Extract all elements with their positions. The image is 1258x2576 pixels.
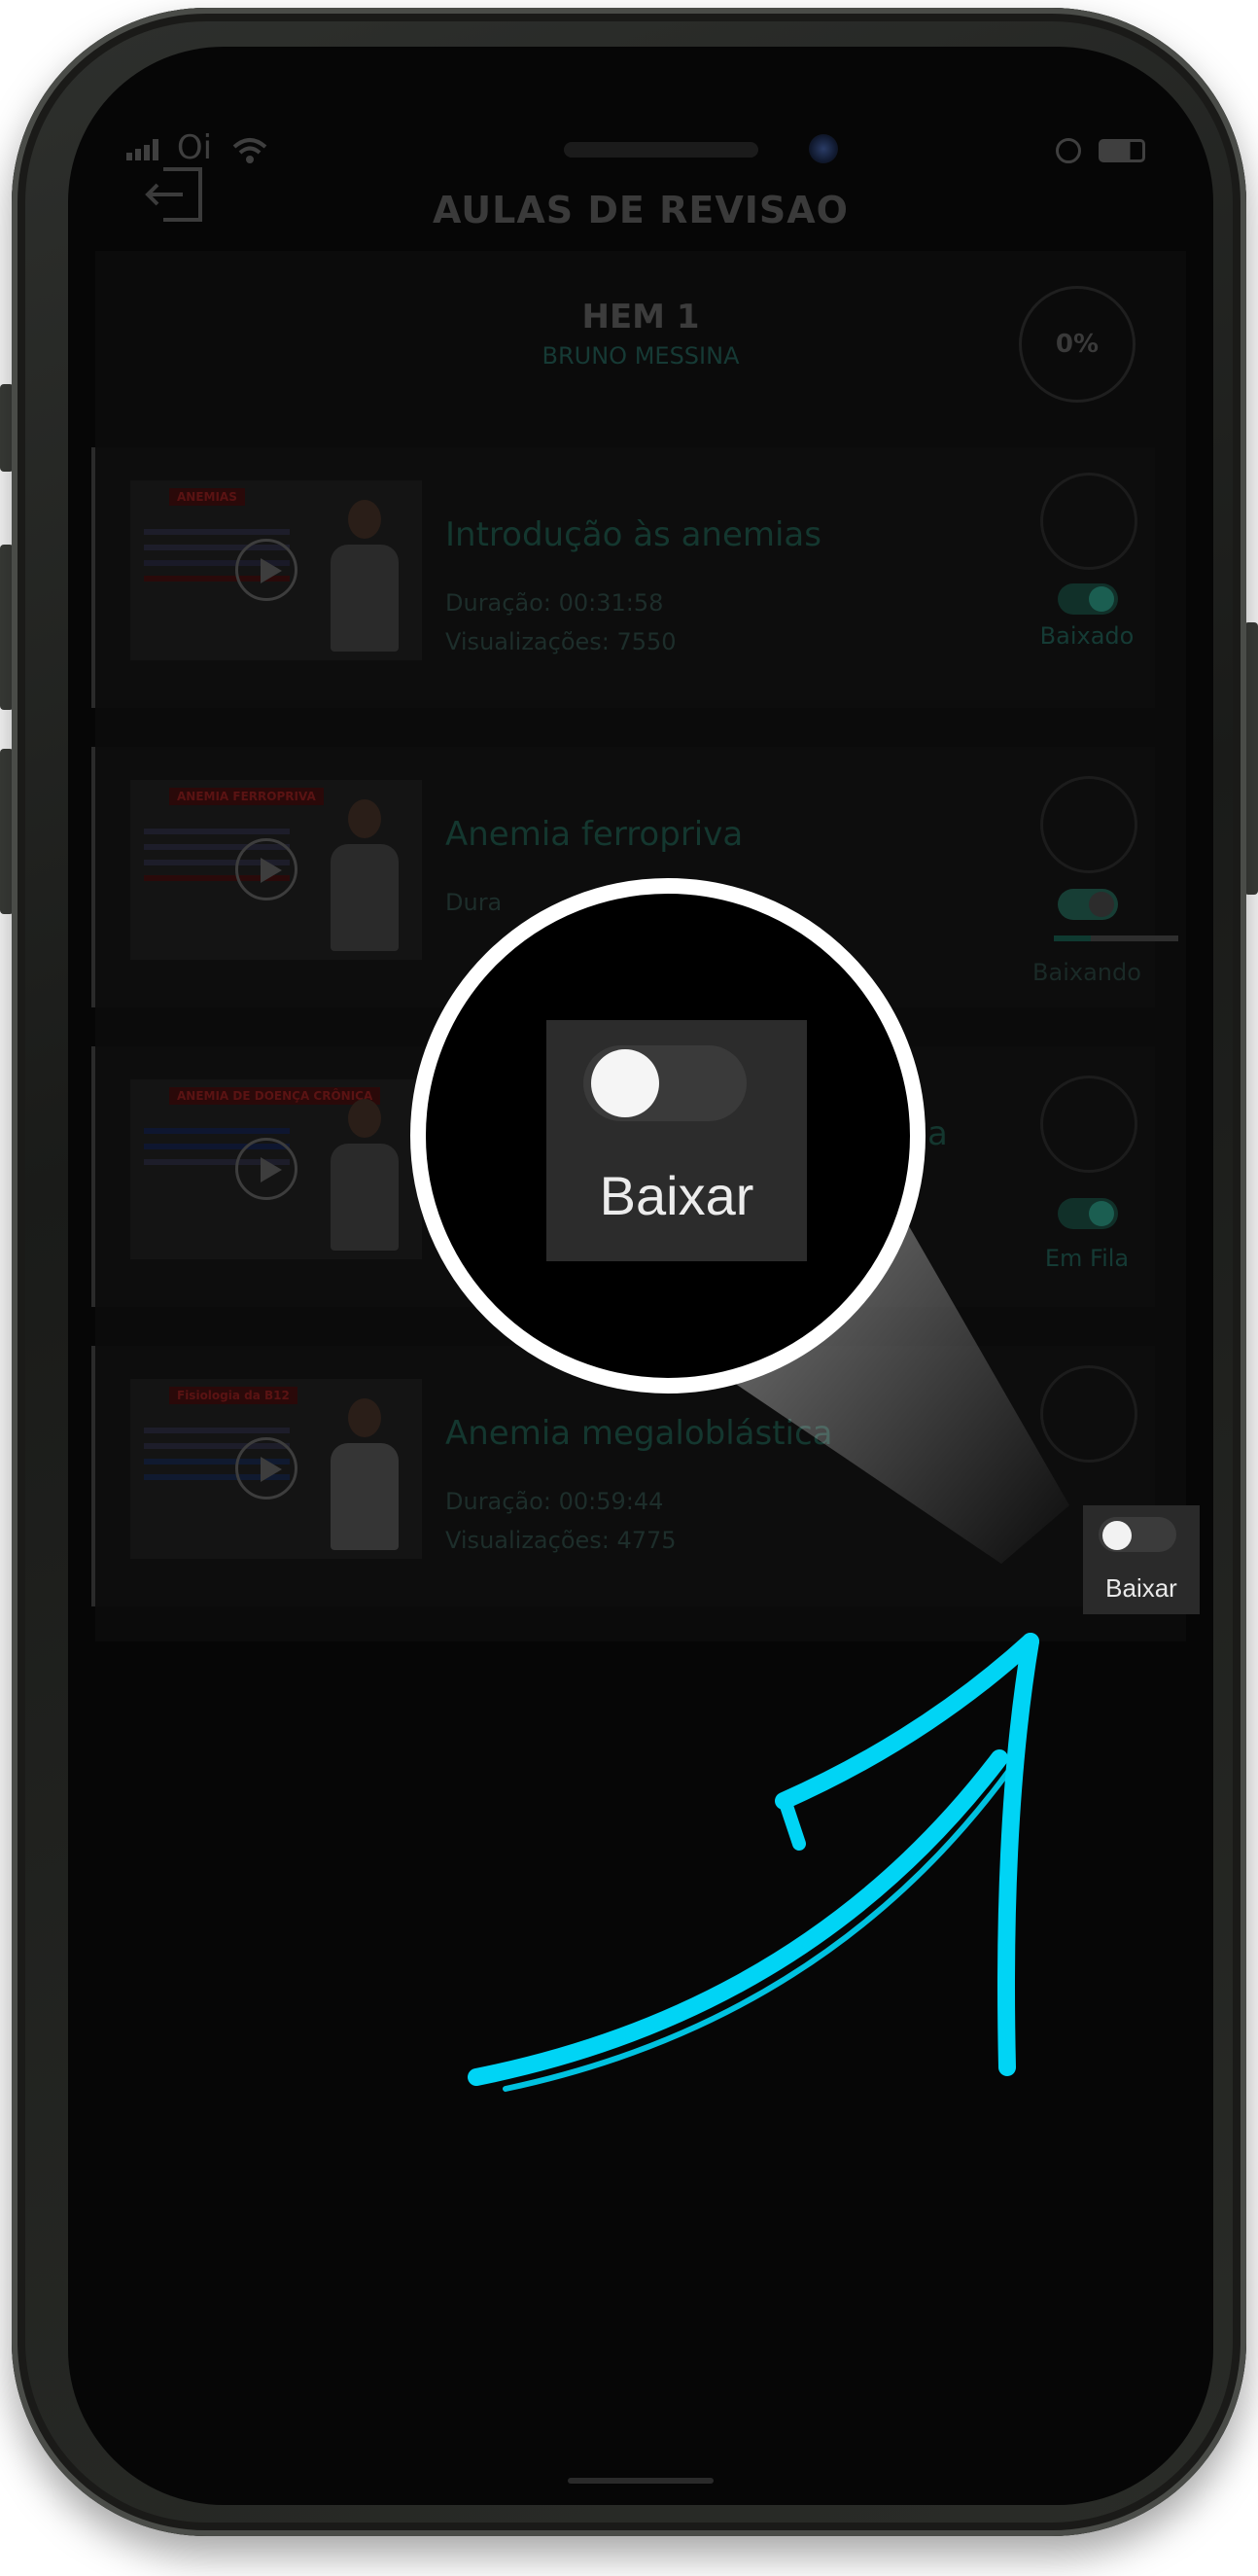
play-icon[interactable]: [235, 1437, 297, 1500]
battery-icon: [1099, 139, 1145, 162]
lesson-status-circle: [1040, 473, 1137, 570]
lesson-views: Visualizações: 4775: [445, 1527, 677, 1554]
play-icon[interactable]: [235, 539, 297, 601]
download-toggle[interactable]: [1058, 1198, 1118, 1229]
lesson-duration: Dura: [445, 889, 503, 916]
lesson-title: a: [927, 1114, 948, 1153]
lesson-status-circle: [1040, 1076, 1137, 1173]
carrier-indicator: Oi: [126, 128, 269, 167]
alarm-icon: [1056, 138, 1081, 163]
home-indicator[interactable]: [568, 2478, 714, 2484]
lesson-thumbnail[interactable]: Fisiologia da B12: [130, 1379, 422, 1559]
magnifier-callout: Baixar: [410, 878, 926, 1394]
lesson-thumbnail[interactable]: ANEMIA DE DOENÇA CRÔNICA: [130, 1079, 422, 1259]
status-bar: Oi: [68, 91, 1213, 167]
presenter-figure: [331, 500, 399, 655]
download-toggle[interactable]: [1058, 583, 1118, 615]
signal-icon: [126, 138, 158, 160]
thumbnail-label: Fisiologia da B12: [169, 1387, 297, 1404]
thumbnail-label: ANEMIA FERROPRIVA: [169, 788, 324, 805]
wifi-icon: [232, 137, 267, 163]
carrier-name: Oi: [176, 128, 213, 167]
speaker-grille: [564, 142, 758, 158]
download-status-label: Em Fila: [1044, 1245, 1130, 1272]
presenter-figure: [331, 1099, 399, 1254]
play-icon[interactable]: [235, 838, 297, 900]
magnified-label: Baixar: [599, 1165, 754, 1226]
download-status-label: Baixando: [1032, 959, 1141, 986]
status-right-icons: [1056, 138, 1145, 163]
lesson-views: Visualizações: 7550: [445, 628, 677, 655]
thumbnail-label: ANEMIAS: [169, 488, 245, 506]
lesson-title: Introdução às anemias: [445, 515, 821, 554]
magnified-toggle: Baixar: [546, 1020, 807, 1261]
download-label: Baixar: [1105, 1573, 1177, 1603]
lesson-thumbnail[interactable]: ANEMIA FERROPRIVA: [130, 780, 422, 960]
phone-screen: Oi AULAS DE REVISAO HEM 1 BRUNO MESSINA …: [68, 47, 1213, 2505]
download-status-label: Baixado: [1039, 622, 1135, 650]
page-title: AULAS DE REVISAO: [433, 189, 849, 231]
toggle-switch[interactable]: [1099, 1517, 1176, 1552]
lesson-row[interactable]: ANEMIAS Introdução às anemias Duração: 0…: [91, 447, 1155, 708]
course-progress-text: 0%: [1055, 330, 1100, 359]
phone-frame: Oi AULAS DE REVISAO HEM 1 BRUNO MESSINA …: [12, 8, 1246, 2536]
presenter-figure: [331, 799, 399, 955]
front-camera: [809, 134, 838, 163]
lesson-status-circle: [1040, 1365, 1137, 1463]
play-icon[interactable]: [235, 1138, 297, 1200]
lesson-duration: Duração: 00:31:58: [445, 589, 664, 617]
lesson-thumbnail[interactable]: ANEMIAS: [130, 480, 422, 660]
lesson-status-circle: [1040, 776, 1137, 873]
lesson-duration: Duração: 00:59:44: [445, 1488, 664, 1515]
phone-power-button: [1244, 622, 1258, 895]
mockup-stage: Oi AULAS DE REVISAO HEM 1 BRUNO MESSINA …: [0, 0, 1258, 2576]
presenter-figure: [331, 1398, 399, 1554]
lesson-title: Anemia megaloblástica: [445, 1414, 833, 1453]
lesson-title: Anemia ferropriva: [445, 815, 744, 854]
magnified-toggle-switch: [583, 1045, 747, 1121]
highlighted-download-toggle[interactable]: Baixar: [1083, 1505, 1200, 1614]
download-progress-bar: [1054, 935, 1178, 941]
download-toggle[interactable]: [1058, 889, 1118, 920]
course-progress-ring: 0%: [1019, 286, 1136, 403]
